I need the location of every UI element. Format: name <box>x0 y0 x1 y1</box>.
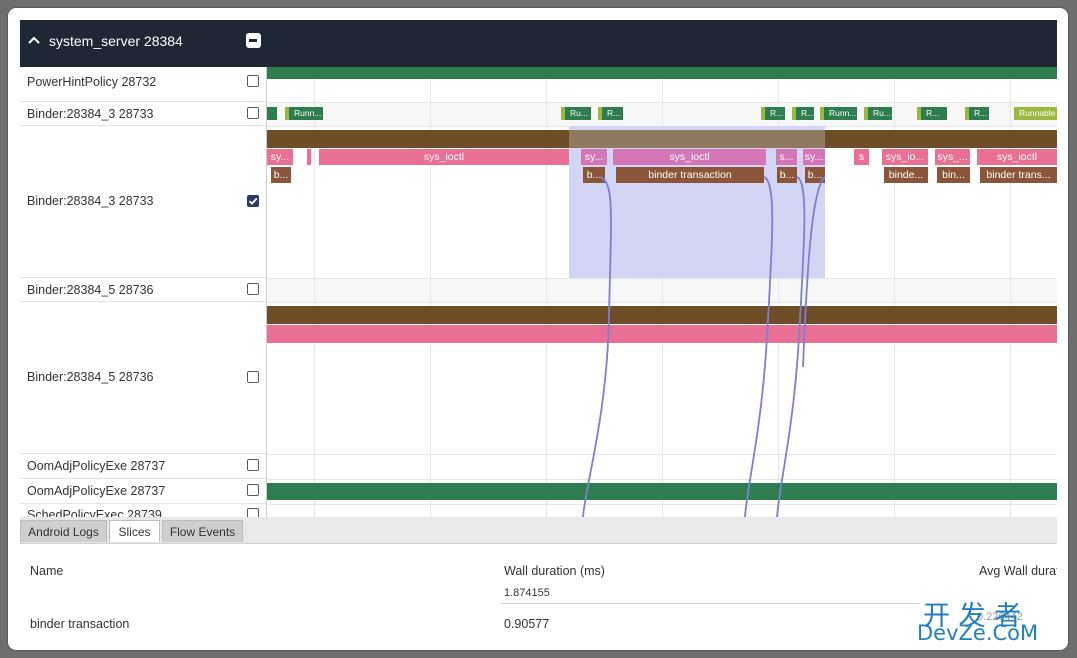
flow-arrow <box>582 176 612 517</box>
track-name: PowerHintPolicy 28732 <box>27 75 157 89</box>
track-name: Binder:28384_5 28736 <box>27 283 154 297</box>
track-label: Binder:28384_5 28736 <box>20 278 266 302</box>
row-wall-duration: 0.90577 <box>504 617 550 631</box>
track-label: Binder:28384_3 28733 <box>20 102 266 126</box>
track-label: PowerHintPolicy 28732 <box>20 67 266 102</box>
track-checkbox[interactable] <box>247 107 259 119</box>
chevron-up-icon[interactable] <box>26 32 42 48</box>
summary-wall-duration: 1.874155 <box>504 587 550 599</box>
summary-divider <box>500 603 920 604</box>
tab-slices[interactable]: Slices <box>109 520 160 542</box>
check-icon <box>248 197 257 205</box>
watermark-logo: 开 发 者 DevZe.CoM <box>915 594 1055 646</box>
watermark-en: DevZe.CoM <box>917 621 1039 645</box>
column-header-avg-wall-duration[interactable]: Avg Wall durat <box>979 564 1057 578</box>
track-label: Binder:28384_3 28733 <box>20 126 266 278</box>
track-checkbox[interactable] <box>247 195 259 207</box>
track-checkbox[interactable] <box>247 484 259 496</box>
track-name: OomAdjPolicyExe 28737 <box>27 484 166 498</box>
track-label: SchedPolicyExec 28739 <box>20 504 266 517</box>
collapse-toggle-icon[interactable] <box>246 33 261 48</box>
tab-flow-events[interactable]: Flow Events <box>162 520 243 542</box>
track-checkbox[interactable] <box>247 75 259 87</box>
track-name: OomAdjPolicyExe 28737 <box>27 459 166 473</box>
process-header[interactable]: system_server 28384 <box>20 20 1057 67</box>
track-checkbox[interactable] <box>247 283 259 295</box>
row-name[interactable]: binder transaction <box>30 617 129 631</box>
track-label: OomAdjPolicyExe 28737 <box>20 454 266 479</box>
column-header-wall-duration[interactable]: Wall duration (ms) <box>504 564 605 578</box>
track-label: OomAdjPolicyExe 28737 <box>20 479 266 504</box>
process-title: system_server 28384 <box>49 33 183 49</box>
flow-arrow <box>776 176 806 517</box>
track-checkbox[interactable] <box>247 371 259 383</box>
track-checkbox[interactable] <box>247 508 259 517</box>
window-frame: system_server 28384 PowerHintPolicy 2873… <box>8 8 1068 650</box>
track-checkbox[interactable] <box>247 459 259 471</box>
track-name: SchedPolicyExec 28739 <box>27 508 162 517</box>
flow-arrow <box>802 176 826 368</box>
timeline-canvas[interactable]: Runn... Ru... R... R... R... Runn... Ru.… <box>267 67 1057 517</box>
details-tab-bar: Android Logs Slices Flow Events <box>20 517 1057 544</box>
track-name: Binder:28384_3 28733 <box>27 194 154 208</box>
flow-arrow <box>744 176 774 517</box>
column-header-name[interactable]: Name <box>30 564 63 578</box>
track-name: Binder:28384_5 28736 <box>27 370 154 384</box>
track-label: Binder:28384_5 28736 <box>20 302 266 454</box>
perfetto-ui: system_server 28384 PowerHintPolicy 2873… <box>20 20 1057 646</box>
flow-arrows <box>582 176 826 517</box>
track-name: Binder:28384_3 28733 <box>27 107 154 121</box>
details-panel: Name Wall duration (ms) Avg Wall durat 1… <box>20 544 1057 646</box>
tab-android-logs[interactable]: Android Logs <box>20 520 107 542</box>
